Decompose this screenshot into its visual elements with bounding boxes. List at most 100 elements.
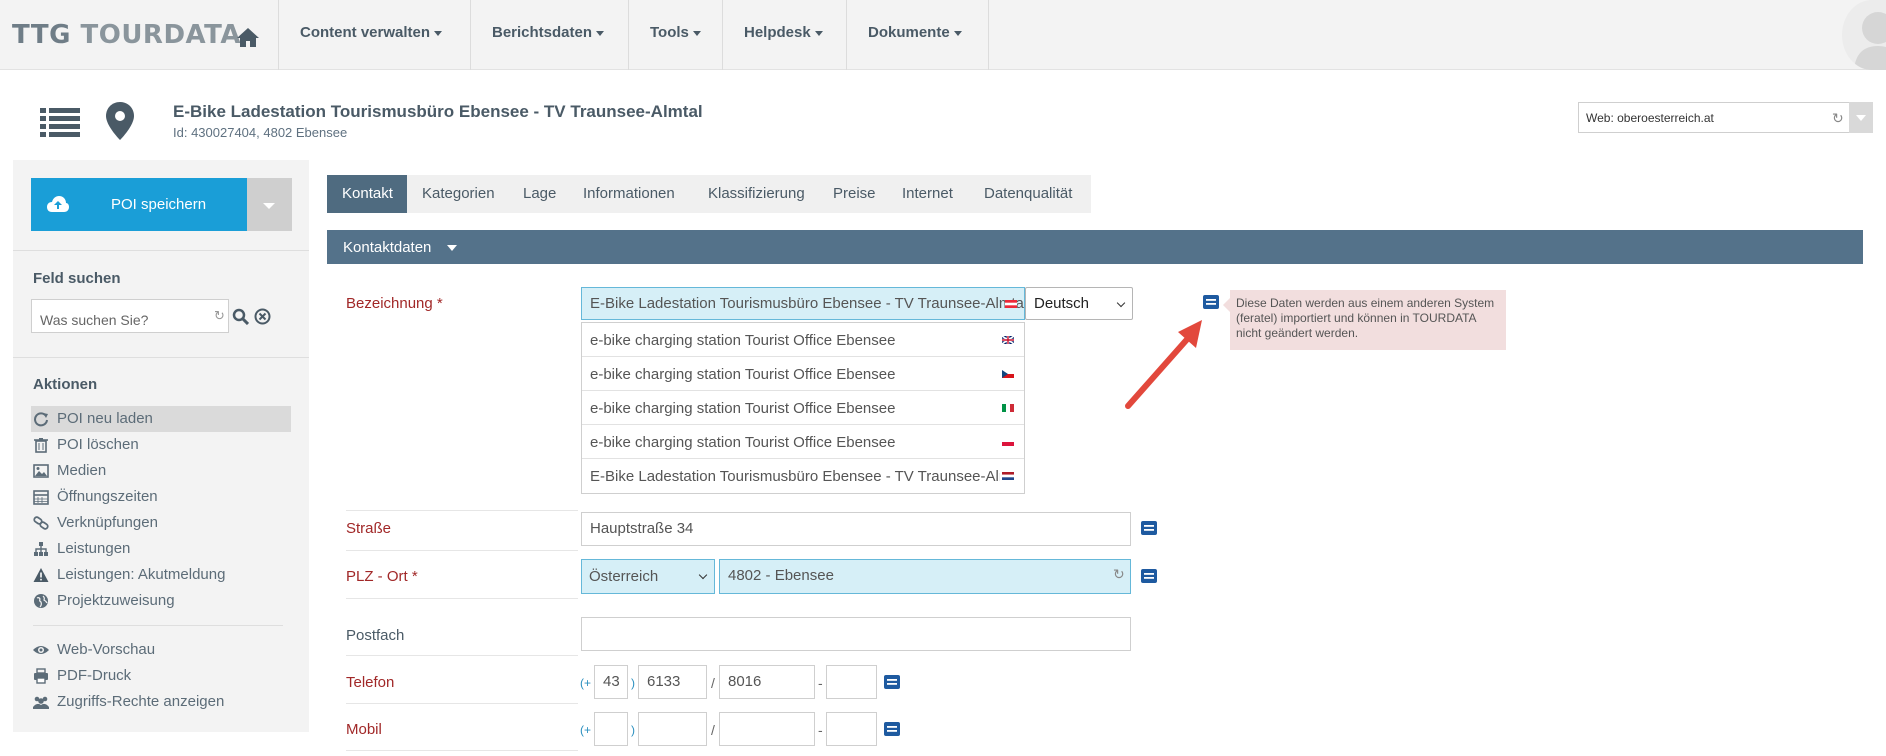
row-divider <box>346 655 578 656</box>
translation-row[interactable]: e-bike charging station Tourist Office E… <box>582 357 1024 391</box>
plz-ort-label: PLZ - Ort * <box>346 568 418 585</box>
action-leistungen-akutmeldung[interactable]: Leistungen: Akutmeldung <box>31 562 291 588</box>
import-info-icon[interactable] <box>1141 569 1157 583</box>
action-poi-loeschen[interactable]: POI löschen <box>31 432 291 458</box>
nav-dokumente[interactable]: Dokumente <box>868 24 962 41</box>
link-icon <box>33 516 49 530</box>
action-label: Leistungen: Akutmeldung <box>57 566 226 583</box>
import-info-icon[interactable] <box>1203 295 1219 309</box>
import-info-icon[interactable] <box>884 722 900 736</box>
action-projektzuweisung[interactable]: Projektzuweisung <box>31 588 291 614</box>
netherlands-flag-icon <box>1002 472 1014 480</box>
tab-klassifizierung[interactable]: Klassifizierung <box>708 175 805 213</box>
translation-row[interactable]: e-bike charging station Tourist Office E… <box>582 425 1024 459</box>
tab-informationen[interactable]: Informationen <box>583 175 675 213</box>
action-verknuepfungen[interactable]: Verknüpfungen <box>31 510 291 536</box>
nav-tools[interactable]: Tools <box>650 24 701 41</box>
row-divider <box>346 510 578 511</box>
ttg-tourdata-logo[interactable]: TTG TOURDATA <box>12 20 241 50</box>
home-icon[interactable] <box>236 26 260 48</box>
page: { "brand": {"ttg": "TTG", "tour": "TOURD… <box>0 0 1886 756</box>
action-zugriffs-rechte[interactable]: Zugriffs-Rechte anzeigen <box>31 689 291 715</box>
translations-list: e-bike charging station Tourist Office E… <box>581 322 1025 494</box>
import-info-icon[interactable] <box>884 675 900 689</box>
tab-kategorien[interactable]: Kategorien <box>422 175 495 213</box>
nav-label: Tools <box>650 24 689 41</box>
telefon-area-value: 6133 <box>647 673 681 690</box>
action-leistungen[interactable]: Leistungen <box>31 536 291 562</box>
list-icon[interactable] <box>40 106 80 140</box>
action-pdf-druck[interactable]: PDF-Druck <box>31 663 291 689</box>
bezeichnung-label: Bezeichnung * <box>346 295 443 312</box>
language-value: Deutsch <box>1034 295 1090 312</box>
import-info-icon[interactable] <box>1141 521 1157 535</box>
tab-preise[interactable]: Preise <box>833 175 876 213</box>
search-icon[interactable] <box>232 308 249 325</box>
nav-berichtsdaten[interactable]: Berichtsdaten <box>492 24 605 41</box>
telefon-number[interactable]: 8016 <box>719 665 815 699</box>
austria-flag-icon <box>1005 300 1017 308</box>
telefon-country-code[interactable]: 43 <box>594 665 628 699</box>
nav-separator <box>470 0 471 70</box>
action-web-vorschau[interactable]: Web-Vorschau <box>31 637 291 663</box>
refresh-small-icon[interactable]: ↻ <box>214 308 225 324</box>
poi-title: E-Bike Ladestation Tourismusbüro Ebensee… <box>173 102 703 121</box>
cloud-upload-icon <box>47 196 69 212</box>
web-portal-select[interactable]: Web: oberoesterreich.at ↻ <box>1578 102 1873 133</box>
translation-value: E-Bike Ladestation Tourismusbüro Ebensee… <box>590 468 1000 485</box>
tab-datenqualitaet[interactable]: Datenqualität <box>984 175 1072 213</box>
warning-icon <box>33 568 49 582</box>
translation-row[interactable]: e-bike charging station Tourist Office E… <box>582 323 1024 357</box>
caret-down-icon <box>814 30 823 36</box>
poi-save-button[interactable]: POI speichern <box>31 178 247 231</box>
tab-internet[interactable]: Internet <box>902 175 953 213</box>
tab-kontakt[interactable]: Kontakt <box>327 175 407 213</box>
action-label: Öffnungszeiten <box>57 488 158 505</box>
user-silhouette-icon <box>1854 12 1886 70</box>
action-poi-neu-laden[interactable]: POI neu laden <box>31 406 291 432</box>
action-oeffnungszeiten[interactable]: Öffnungszeiten <box>31 484 291 510</box>
strasse-value: Hauptstraße 34 <box>590 520 694 537</box>
action-label: Verknüpfungen <box>57 514 158 531</box>
top-navbar: TTG TOURDATA Content verwalten Berichtsd… <box>0 0 1886 70</box>
bezeichnung-input[interactable]: E-Bike Ladestation Tourismusbüro Ebensee… <box>581 287 1025 320</box>
user-avatar[interactable] <box>1842 0 1886 70</box>
red-arrow-icon <box>1125 320 1202 409</box>
postfach-label: Postfach <box>346 627 405 644</box>
translation-row[interactable]: e-bike charging station Tourist Office E… <box>582 391 1024 425</box>
row-divider <box>346 598 578 599</box>
translation-row[interactable]: E-Bike Ladestation Tourismusbüro Ebensee… <box>582 459 1024 493</box>
tab-lage[interactable]: Lage <box>523 175 556 213</box>
refresh-small-icon[interactable]: ↻ <box>1113 566 1125 583</box>
mobil-number[interactable] <box>719 712 815 746</box>
trash-icon <box>34 438 48 453</box>
postfach-input[interactable] <box>581 617 1131 651</box>
clear-circle-icon[interactable] <box>254 308 271 325</box>
refresh-icon[interactable]: ↻ <box>1832 110 1844 127</box>
language-select[interactable]: Deutsch <box>1025 287 1133 320</box>
nav-helpdesk[interactable]: Helpdesk <box>744 24 823 41</box>
print-icon <box>34 668 48 684</box>
save-options-dropdown[interactable] <box>247 178 292 231</box>
plz-ort-input[interactable]: 4802 - Ebensee <box>719 559 1131 594</box>
field-search-input[interactable] <box>31 299 229 333</box>
phone-prefix: (+ <box>580 676 592 690</box>
telefon-extension[interactable] <box>826 665 877 699</box>
kontaktdaten-section-header[interactable]: Kontaktdaten <box>327 230 1863 264</box>
caret-down-icon <box>953 30 962 36</box>
mobil-area-code[interactable] <box>638 712 707 746</box>
nav-content-verwalten[interactable]: Content verwalten <box>300 24 443 41</box>
chevron-down-icon[interactable] <box>1849 102 1873 133</box>
country-select[interactable]: Österreich <box>581 559 715 594</box>
mobil-country-code[interactable] <box>594 712 628 746</box>
field-search-heading: Feld suchen <box>33 270 121 287</box>
action-medien[interactable]: Medien <box>31 458 291 484</box>
translation-value: e-bike charging station Tourist Office E… <box>590 400 896 417</box>
plz-ort-value: 4802 - Ebensee <box>728 567 834 584</box>
telefon-area-code[interactable]: 6133 <box>638 665 707 699</box>
map-pin-icon <box>106 102 134 140</box>
mobil-extension[interactable] <box>826 712 877 746</box>
globe-icon <box>34 594 48 608</box>
sitemap-icon <box>34 542 48 556</box>
strasse-input[interactable]: Hauptstraße 34 <box>581 512 1131 546</box>
